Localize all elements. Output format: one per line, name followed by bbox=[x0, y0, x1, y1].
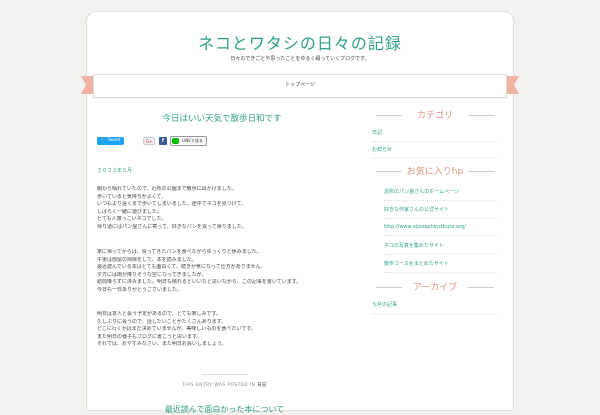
sidebar-item-link[interactable]: ネコの写真を集めたサイト bbox=[384, 242, 498, 255]
sidebar-item-link[interactable]: http://www.stjosephinstitute.org/ bbox=[384, 224, 498, 236]
tweet-button[interactable]: 🐦 Tweet bbox=[97, 137, 124, 145]
paragraph-line: それでは、おやすみなさい。また明日お会いしましょう。 bbox=[97, 341, 227, 348]
post-meta-prefix: THIS ENTRY WAS POSTED IN bbox=[182, 383, 256, 388]
sidebar: カテゴリ 日記 お知らせ お気に入りhp 近所のパン屋さんのホームページ 好きな… bbox=[370, 108, 500, 408]
sidebar-item-link[interactable]: 近所のパン屋さんのホームページ bbox=[384, 188, 498, 201]
sidebar-item-archive[interactable]: ５月の記事 bbox=[372, 301, 498, 314]
sidebar-item-link[interactable]: 散歩コースをまとめたサイト bbox=[384, 260, 498, 273]
nav-bar: トップページ bbox=[93, 74, 507, 98]
paragraph-line: 歩いていると気持ちがよくて、 bbox=[97, 193, 167, 200]
meta-divider bbox=[202, 374, 248, 375]
main-content: 今日はいい天気で散歩日和です 🐦 Tweet G+ f LINEで送る ２０２３… bbox=[97, 108, 352, 414]
paragraph-line: 明日は友人と会う予定があるので、とても楽しみです。 bbox=[97, 311, 221, 317]
post-paragraph: 家に帰ってからは、買ってきたパンを食べながらゆっくりと休みました。 午後は部屋の… bbox=[97, 249, 347, 295]
paragraph-line: 久しぶりに会うので、話したいことがたくさんあります。 bbox=[97, 318, 227, 325]
widget-title-categories: カテゴリ bbox=[370, 108, 500, 121]
line-share-button[interactable]: LINEで送る bbox=[170, 136, 207, 146]
twitter-icon: 🐦 bbox=[100, 138, 107, 143]
tweet-button-label: Tweet bbox=[107, 138, 121, 143]
paragraph-line: 朝から晴れていたので、近所の公園まで散歩に出かけました。 bbox=[97, 186, 237, 192]
line-button-label: LINEで送る bbox=[182, 138, 203, 143]
facebook-button[interactable]: f bbox=[159, 137, 167, 145]
site-description: 日々のできごとや思ったことをゆるく綴っていくブログです。 bbox=[230, 56, 370, 62]
paragraph-line: しばらく一緒に遊びました。 bbox=[97, 208, 163, 215]
paragraph-line: とても人懐っこいネコでした。 bbox=[97, 216, 167, 223]
post-meta: THIS ENTRY WAS POSTED IN 日記 bbox=[97, 382, 352, 388]
widget-title-favorites: お気に入りhp bbox=[370, 164, 500, 177]
page-container: ネコとワタシの日々の記録 日々のできごとや思ったことをゆるく綴っていくブログです… bbox=[81, 11, 519, 414]
post-paragraph: 明日は友人と会う予定があるので、とても楽しみです。 久しぶりに会うので、話したい… bbox=[97, 311, 347, 349]
post-date: ２０２３年５月 bbox=[97, 168, 133, 174]
paragraph-line: いつもより遠くまで歩いてしまいました。途中でネコを見つけて、 bbox=[97, 201, 247, 208]
ribbon-right-decoration bbox=[505, 76, 519, 94]
post-paragraph: 朝から晴れていたので、近所の公園まで散歩に出かけました。 歩いていると気持ちがよ… bbox=[97, 186, 347, 232]
paragraph-line: 家に帰ってからは、買ってきたパンを食べながらゆっくりと休みました。 bbox=[97, 249, 262, 255]
post-title[interactable]: 今日はいい天気で散歩日和です bbox=[97, 112, 347, 124]
sidebar-item-link[interactable]: 好きな作家さんの公式サイト bbox=[384, 206, 498, 219]
paragraph-line: 最近読んでいる本はとても面白くて、続きが気になって仕方がありません。 bbox=[97, 264, 266, 271]
paragraph-line: 午後は部屋の掃除をして、本を読みました。 bbox=[97, 256, 197, 263]
paragraph-line: 結局降らずに済みました。明日も晴れるといいなと思いながら、この記事を書いています… bbox=[97, 279, 302, 286]
sidebar-item-category[interactable]: お知らせ bbox=[372, 146, 498, 159]
nav-item-home[interactable]: トップページ bbox=[94, 81, 506, 88]
paragraph-line: どこに行くかはまだ決めていませんが、美味しいものを食べたいです。 bbox=[97, 326, 256, 333]
paragraph-line: 帰り道にはパン屋さんに寄って、好きなパンを買って帰りました。 bbox=[97, 223, 247, 230]
next-post-title[interactable]: 最近読んで面白かった本について bbox=[97, 404, 352, 415]
sidebar-item-category[interactable]: 日記 bbox=[372, 129, 498, 142]
paragraph-line: 夕方には雨が降りそうな空になってきましたが、 bbox=[97, 271, 207, 278]
paragraph-line: 今日も一日ありがとうございました。 bbox=[97, 286, 183, 293]
line-icon bbox=[172, 138, 179, 144]
paragraph-line: また明日の様子もブログに書こうと思います。 bbox=[97, 333, 202, 340]
widget-title-archive: アーカイブ bbox=[370, 280, 500, 293]
post-category-link[interactable]: 日記 bbox=[257, 383, 267, 388]
google-plus-button[interactable]: G+ bbox=[143, 137, 155, 145]
site-title[interactable]: ネコとワタシの日々の記録 bbox=[87, 30, 513, 54]
